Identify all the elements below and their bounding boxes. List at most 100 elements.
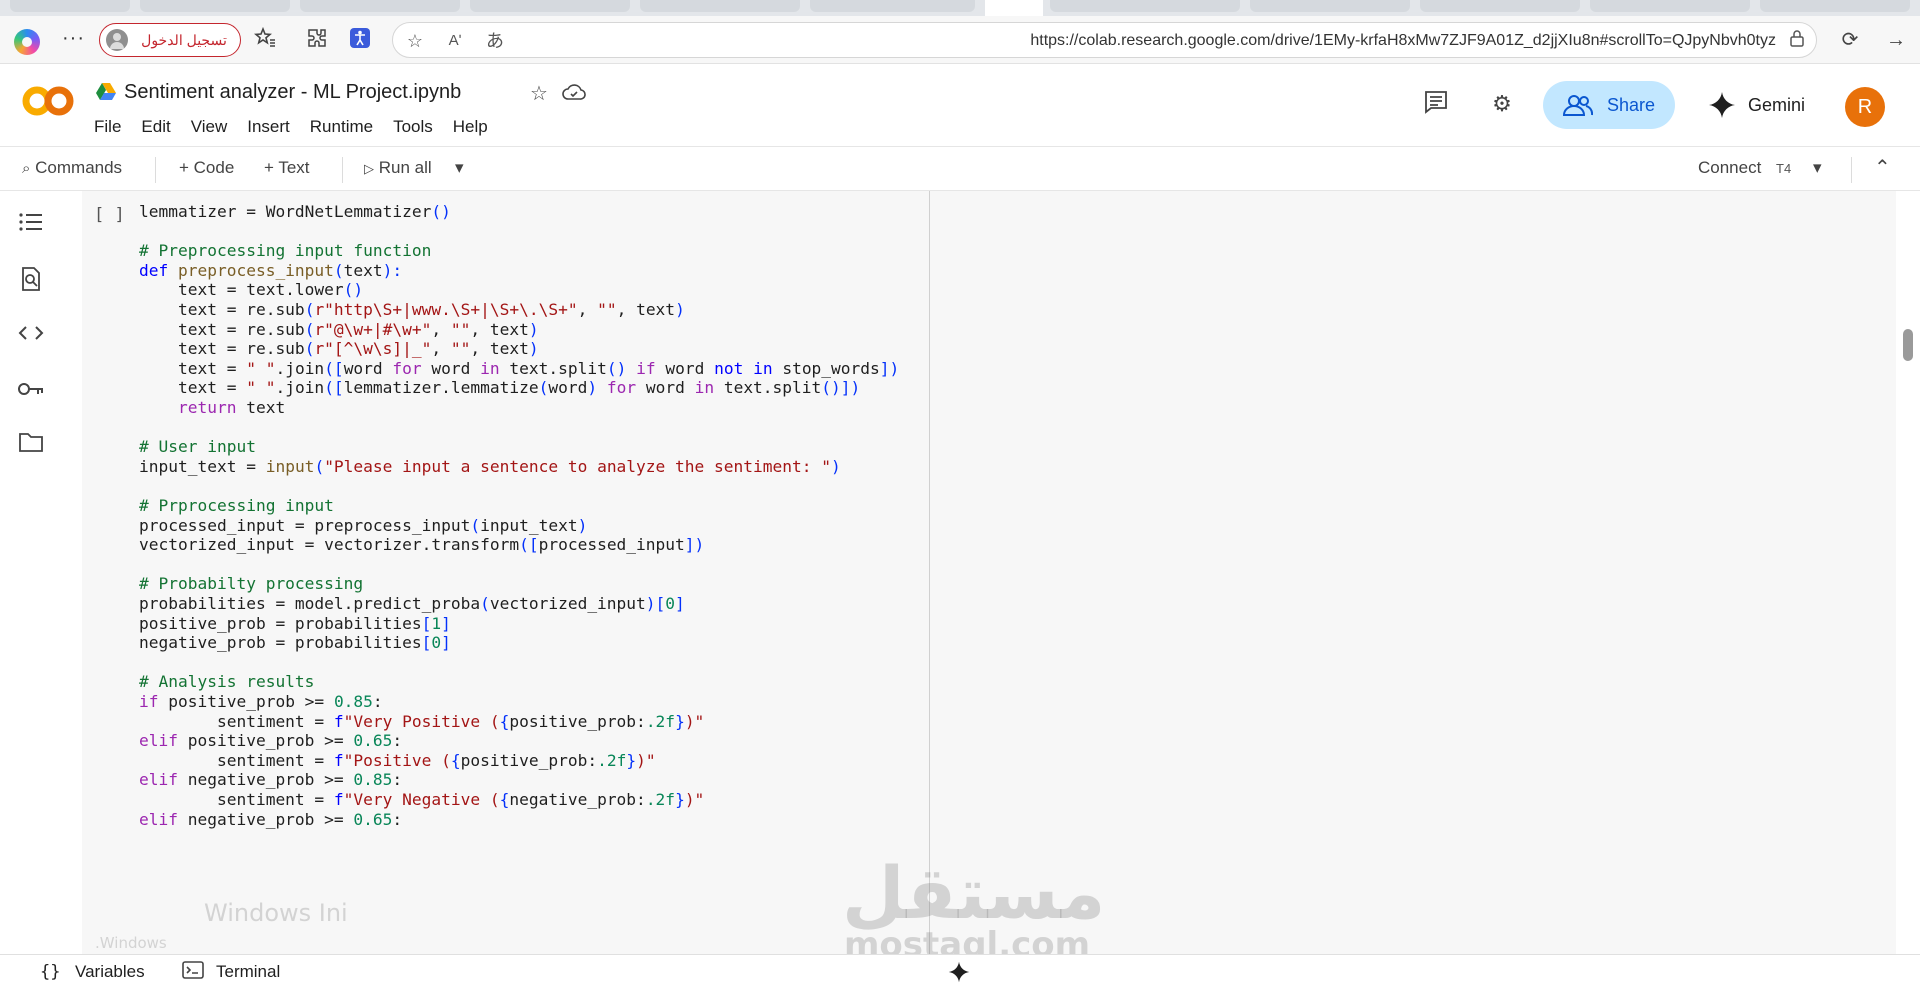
code-token: vectorized_input = vectorizer.transform — [139, 535, 520, 555]
notebook-area: [ ] lemmatizer = WordNetLemmatizer() # Pr… — [62, 191, 1898, 954]
code-token: if — [139, 692, 159, 711]
code-token: ] — [441, 613, 451, 633]
browser-tab[interactable] — [640, 0, 800, 12]
browser-tab-active[interactable] — [985, 0, 1043, 16]
menu-insert[interactable]: Insert — [247, 117, 290, 137]
notebook-toolbar: ⌕ Commands + Code + Text ▷ Run all ▾ Con… — [0, 146, 1920, 191]
code-token: stop_words — [772, 358, 880, 378]
browser-tab[interactable] — [1760, 0, 1910, 12]
drive-icon[interactable] — [96, 82, 116, 100]
commands-button[interactable]: ⌕ Commands — [22, 158, 122, 178]
code-token: ) — [528, 339, 539, 359]
star-icon[interactable]: ☆ — [403, 29, 427, 53]
browser-tab[interactable] — [10, 0, 130, 12]
code-token: ) — [587, 378, 598, 398]
run-all-label: Run all — [378, 158, 432, 177]
find-replace-icon[interactable] — [16, 266, 46, 296]
browser-tab[interactable] — [470, 0, 630, 12]
comment-icon[interactable] — [1421, 89, 1451, 119]
more-icon[interactable]: ··· — [62, 27, 85, 50]
share-button[interactable]: Share — [1543, 81, 1675, 129]
code-line[interactable]: lemmatizer = WordNetLemmatizer() — [139, 201, 451, 223]
code-token: text = — [139, 358, 247, 378]
profile-sign-in-button[interactable]: تسجيل الدخول — [99, 23, 241, 57]
cloud-sync-icon[interactable] — [562, 82, 586, 106]
account-avatar[interactable]: R — [1845, 87, 1885, 127]
code-line[interactable]: return text — [139, 397, 285, 419]
code-line[interactable]: elif negative_prob >= 0.65: — [139, 809, 402, 831]
code-token: negative_prob >= — [177, 770, 354, 790]
add-text-button[interactable]: + Text — [264, 158, 310, 178]
code-line[interactable]: vectorized_input = vectorizer.transform(… — [139, 534, 704, 556]
scrollbar-thumb[interactable] — [1903, 329, 1913, 361]
code-token: , text — [470, 339, 529, 359]
code-token: : — [392, 809, 403, 829]
runtime-type-label: T4 — [1776, 161, 1792, 176]
code-token: sentiment = — [139, 750, 334, 770]
run-all-dropdown-icon[interactable]: ▾ — [455, 158, 464, 178]
browser-tab[interactable] — [1590, 0, 1750, 12]
browser-tab[interactable] — [1420, 0, 1580, 12]
variables-button[interactable]: Variables — [75, 962, 145, 982]
refresh-icon[interactable]: ⟳ — [1836, 26, 1864, 54]
cell-run-button[interactable]: [ ] — [94, 205, 125, 225]
code-token: " " — [246, 378, 276, 398]
favorites-icon[interactable] — [251, 26, 279, 54]
files-folder-icon[interactable] — [16, 431, 46, 461]
connect-dropdown-icon[interactable]: ▾ — [1813, 158, 1822, 178]
copilot-icon[interactable] — [14, 29, 40, 55]
code-line[interactable]: input_text = input("Please input a sente… — [139, 456, 841, 478]
code-token: return — [139, 398, 237, 417]
run-all-button[interactable]: ▷ Run all — [364, 158, 432, 178]
browser-tab[interactable] — [300, 0, 460, 12]
read-aloud-icon[interactable]: Aʹ — [443, 29, 467, 53]
star-icon[interactable]: ☆ — [527, 82, 551, 106]
menu-tools[interactable]: Tools — [393, 117, 433, 137]
menu-file[interactable]: File — [94, 117, 121, 137]
code-line[interactable]: negative_prob = probabilities[0] — [139, 632, 451, 654]
menu-view[interactable]: View — [191, 117, 228, 137]
code-token: ]) — [879, 358, 900, 378]
menu-edit[interactable]: Edit — [141, 117, 170, 137]
gemini-sparkle-icon[interactable] — [948, 961, 970, 988]
browser-tab[interactable] — [810, 0, 975, 12]
code-token: text = re.sub — [139, 339, 305, 359]
secrets-key-icon[interactable] — [16, 376, 46, 406]
code-token: text = re.sub — [139, 300, 305, 319]
code-token: ( — [538, 378, 549, 398]
accessibility-icon[interactable] — [346, 26, 374, 54]
code-cell[interactable]: [ ] lemmatizer = WordNetLemmatizer() # Pr… — [82, 191, 1896, 954]
settings-gear-icon[interactable]: ⚙ — [1487, 89, 1517, 119]
code-token: 0.85 — [333, 692, 373, 711]
menu-runtime[interactable]: Runtime — [310, 117, 373, 137]
colab-logo-icon[interactable] — [22, 83, 74, 119]
add-code-button[interactable]: + Code — [179, 158, 234, 178]
connect-button[interactable]: Connect — [1698, 158, 1761, 178]
extensions-icon[interactable] — [303, 26, 331, 54]
code-snippets-icon[interactable] — [16, 321, 46, 351]
code-token: sentiment = — [139, 790, 334, 809]
code-token: .2f — [645, 790, 676, 809]
table-of-contents-icon[interactable] — [16, 211, 46, 241]
url-text[interactable]: https://colab.research.google.com/drive/… — [968, 32, 1776, 50]
code-token: , — [431, 319, 451, 339]
browser-tab[interactable] — [140, 0, 290, 12]
gemini-button[interactable]: Gemini — [1704, 81, 1814, 129]
code-token: input_text — [480, 515, 578, 535]
translate-icon[interactable]: あ — [483, 29, 507, 53]
code-token: ) — [577, 515, 588, 535]
browser-tab[interactable] — [1250, 0, 1410, 12]
code-token: : — [372, 692, 383, 711]
code-token: 0 — [431, 633, 442, 653]
collapse-header-icon[interactable]: ⌃ — [1874, 155, 1891, 180]
notebook-scrollbar[interactable] — [1898, 191, 1920, 954]
variables-braces-icon: {} — [40, 962, 61, 982]
notebook-title[interactable]: Sentiment analyzer - ML Project.ipynb — [124, 81, 461, 104]
lock-icon[interactable] — [1785, 29, 1809, 53]
address-bar[interactable]: ☆ Aʹ あ https://colab.research.google.com… — [392, 22, 1817, 58]
terminal-button[interactable]: Terminal — [216, 962, 280, 982]
code-token: , text — [616, 300, 676, 319]
browser-tab[interactable] — [1050, 0, 1240, 12]
forward-icon[interactable]: → — [1882, 26, 1910, 54]
menu-help[interactable]: Help — [453, 117, 488, 137]
